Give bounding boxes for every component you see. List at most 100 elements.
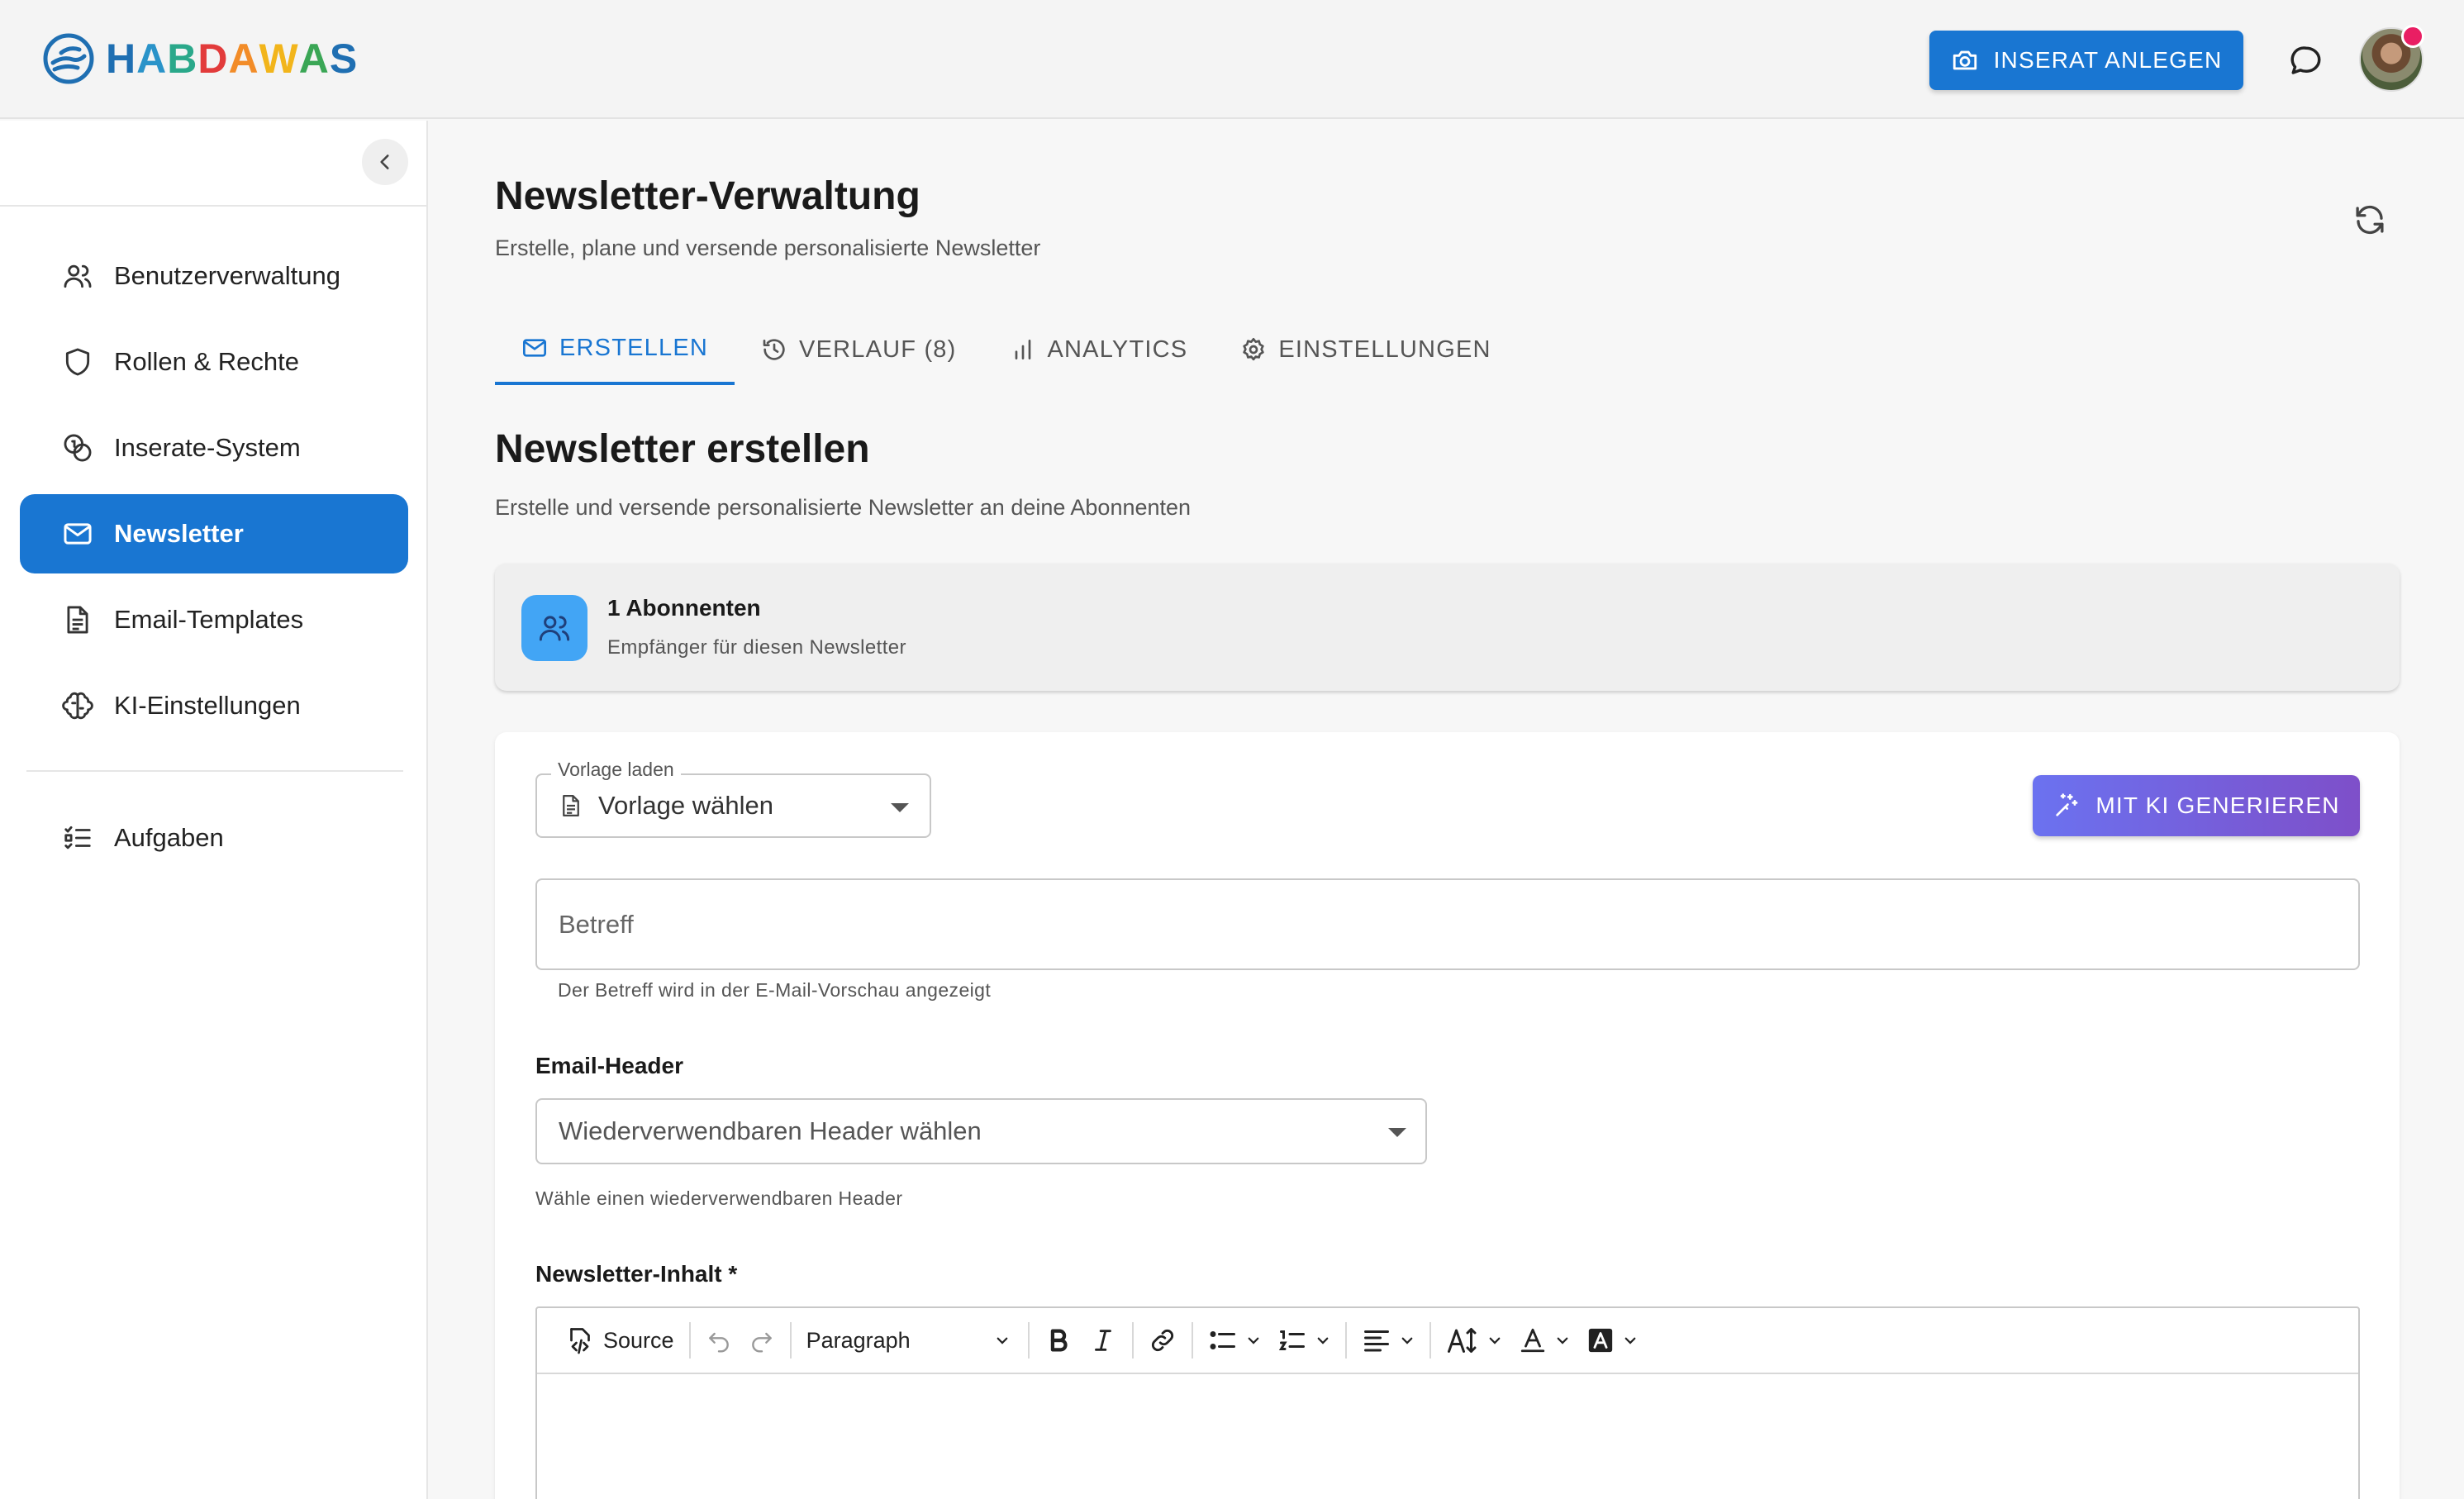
tab-label: ERSTELLEN [559,334,709,361]
sidebar-item-benutzerverwaltung[interactable]: Benutzerverwaltung [20,236,408,316]
subject-helper-text: Der Betreff wird in der E-Mail-Vorschau … [558,979,992,1001]
page-subtitle: Erstelle, plane und versende personalisi… [495,236,1041,260]
logo[interactable]: HABDAWAS [41,31,358,86]
link-icon [1151,1329,1173,1352]
bold-button[interactable] [1036,1317,1081,1363]
refresh-button[interactable] [2348,198,2391,241]
email-header-helper-text: Wähle einen wiederverwendbaren Header [535,1187,903,1209]
undo-button[interactable] [697,1317,740,1363]
camera-icon [1953,50,1976,70]
page-title: Newsletter-Verwaltung [495,174,920,218]
font-size-icon [1447,1328,1477,1353]
sidebar-divider [0,205,428,207]
sidebar-item-label: Aufgaben [114,823,224,852]
email-header-select[interactable]: Wiederverwendbaren Header wählen [535,1098,1427,1164]
notification-badge [2401,25,2424,48]
app-root: HABDAWAS INSERAT ANLEGEN Benutzerverwalt… [0,0,2464,1499]
mail-icon [61,517,94,550]
newsletter-tabs: ERSTELLEN VERLAUF (8) ANALYTICS EINSTELL… [495,314,1518,385]
generate-with-ai-button[interactable]: MIT KI GENERIEREN [2033,775,2360,836]
bulleted-list-icon [1210,1331,1235,1349]
sidebar-item-email-templates[interactable]: Email-Templates [20,580,408,659]
collapse-sidebar-button[interactable] [362,139,408,185]
logo-text: HABDAWAS [106,36,359,82]
subject-placeholder: Betreff [559,909,634,939]
sidebar-item-ki-einstellungen[interactable]: KI-Einstellungen [20,666,408,745]
template-select-value: Vorlage wählen [598,791,773,820]
create-listing-label: INSERAT ANLEGEN [1993,47,2223,73]
toolbar-separator [1131,1322,1134,1359]
users-icon [61,259,94,293]
history-icon [763,339,785,360]
source-code-icon [570,1328,590,1354]
sidebar-item-inserate-system[interactable]: Inserate-System [20,408,408,488]
font-size-dropdown[interactable] [1438,1317,1510,1363]
chevron-down-icon [997,1337,1007,1344]
sparkles-icon [2056,793,2078,816]
rich-text-editor[interactable]: Source Paragraph [535,1306,2360,1499]
chevron-down-icon [1624,1337,1635,1344]
tab-verlauf[interactable]: VERLAUF (8) [735,314,982,385]
chevron-left-icon [380,155,389,169]
sidebar-item-label: Rollen & Rechte [114,347,300,376]
messages-button[interactable] [2285,40,2328,83]
sidebar-item-label: KI-Einstellungen [114,691,301,720]
bold-icon [1050,1329,1068,1352]
task-list-icon [61,821,94,854]
newsletter-content-label: Newsletter-Inhalt * [535,1261,738,1287]
dropdown-caret-icon [891,803,909,812]
sidebar-item-newsletter[interactable]: Newsletter [20,494,408,573]
italic-button[interactable] [1081,1317,1125,1363]
toolbar-separator [1429,1322,1431,1359]
paragraph-style-label: Paragraph [806,1327,911,1353]
logo-hands-icon [43,33,94,84]
numbered-list-button[interactable] [1269,1317,1339,1363]
tab-label: EINSTELLUNGEN [1278,335,1491,363]
chevron-down-icon [1489,1337,1500,1344]
refresh-icon [2356,205,2384,235]
subject-input[interactable]: Betreff [535,878,2360,970]
tab-analytics[interactable]: ANALYTICS [983,314,1215,385]
template-select[interactable]: Vorlage wählen [535,773,931,838]
paragraph-style-dropdown[interactable]: Paragraph [798,1317,1021,1363]
sidebar-item-label: Email-Templates [114,605,304,634]
chevron-down-icon [1401,1337,1412,1344]
section-subtitle: Erstelle und versende personalisierte Ne… [495,495,1192,520]
chevron-down-icon [1557,1337,1567,1344]
subscribers-card: 1 Abonnenten Empfänger für diesen Newsle… [495,564,2400,691]
source-button[interactable]: Source [557,1317,683,1363]
tab-erstellen[interactable]: ERSTELLEN [495,314,735,385]
document-icon [563,795,579,816]
email-header-placeholder: Wiederverwendbaren Header wählen [559,1116,982,1145]
bulleted-list-button[interactable] [1200,1317,1269,1363]
background-color-dropdown[interactable] [1578,1317,1646,1363]
dropdown-caret-icon [1388,1128,1406,1137]
toolbar-separator [789,1322,792,1359]
italic-icon [1094,1330,1111,1351]
align-left-icon [1363,1330,1389,1352]
sidebar-item-aufgaben[interactable]: Aufgaben [20,798,408,878]
background-color-icon [1588,1328,1612,1353]
sidebar-item-label: Newsletter [114,519,244,548]
sidebar-item-rollen-rechte[interactable]: Rollen & Rechte [20,322,408,402]
create-listing-button[interactable]: INSERAT ANLEGEN [1929,31,2243,90]
bar-chart-icon [1015,340,1030,359]
numbered-list-icon [1278,1330,1305,1350]
mail-icon [523,339,546,357]
gear-icon [1243,338,1264,361]
toolbar-separator [1344,1322,1347,1359]
generate-with-ai-label: MIT KI GENERIEREN [2095,792,2340,818]
subscriber-description: Empfänger für diesen Newsletter [607,636,906,659]
template-select-label: Vorlage laden [551,759,681,781]
link-button[interactable] [1140,1317,1185,1363]
font-color-dropdown[interactable] [1510,1317,1578,1363]
top-bar: HABDAWAS INSERAT ANLEGEN [0,0,2464,119]
chevron-down-icon [1248,1337,1258,1344]
toolbar-separator [1027,1322,1030,1359]
text-align-dropdown[interactable] [1353,1317,1423,1363]
font-color-icon [1520,1328,1544,1353]
tab-einstellungen[interactable]: EINSTELLUNGEN [1214,314,1517,385]
undo-icon [708,1332,729,1353]
document-icon [61,603,94,636]
redo-button[interactable] [740,1317,783,1363]
